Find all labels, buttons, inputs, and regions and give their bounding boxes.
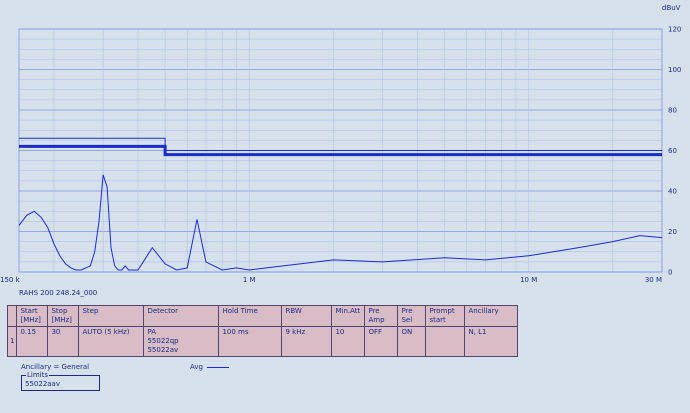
y-tick-label: 100 [668, 66, 681, 74]
col-ancillary: Ancillary [464, 305, 519, 327]
cell-step: AUTO (5 kHz) [78, 326, 145, 357]
col-step: Step [78, 305, 145, 327]
avg-series-line [18, 174, 663, 271]
avg-trace [18, 174, 663, 271]
cell-hold-time: 100 ms [218, 326, 283, 357]
table-header-row: Start [MHz] Stop [MHz] Step Detector Hol… [6, 305, 519, 327]
cell-detector: PA 55022qp 55022av [143, 326, 220, 357]
col-start: Start [MHz] [16, 305, 49, 327]
limit-lines [19, 137, 662, 157]
cell-ancillary: N, L1 [464, 326, 519, 357]
x-tick-label: 1 M [243, 276, 256, 284]
cell-prompt-start [425, 326, 466, 357]
col-min-att: Min.Att [331, 305, 366, 327]
cell-pre-sel: ON [397, 326, 427, 357]
col-stop: Stop [MHz] [47, 305, 80, 327]
col-hold-time: Hold Time [218, 305, 283, 327]
x-tick-label: 10 M [520, 276, 537, 284]
x-tick-label: 150 k [0, 276, 21, 284]
col-pre-amp: Pre Amp [364, 305, 399, 327]
col-rbw: RBW [281, 305, 333, 327]
cell-pre-amp: OFF [364, 326, 399, 357]
cell-stop: 30 [47, 326, 80, 357]
avg-legend-label: Avg [190, 363, 203, 371]
ancillary-label: Ancillary = General [21, 363, 90, 371]
table-row: 1 0.15 30 AUTO (5 kHz) PA 55022qp 55022a… [6, 326, 519, 357]
cell-rbw: 9 kHz [281, 326, 333, 357]
emi-spectrum-chart: 120 100 80 60 40 20 0 150 k 1 M 10 M 30 M dBuV [0, 4, 681, 284]
y-axis-unit: dBuV [662, 4, 681, 12]
y-tick-label: 40 [668, 188, 677, 196]
limits-legend-title: Limits [26, 371, 49, 379]
row-index: 1 [6, 326, 18, 357]
scan-settings-table: Start [MHz] Stop [MHz] Step Detector Hol… [6, 305, 519, 357]
col-detector: Detector [143, 305, 220, 327]
row-index-header [6, 305, 18, 327]
y-tick-label: 20 [668, 228, 677, 236]
trace-id-label: RAHS 200 248.24_000 [19, 289, 98, 297]
x-axis-ticks: 150 k 1 M 10 M 30 M [0, 276, 662, 284]
y-tick-label: 60 [668, 147, 677, 155]
cell-min-att: 10 [331, 326, 366, 357]
avg-legend-swatch [206, 366, 229, 368]
cell-start: 0.15 [16, 326, 49, 357]
limits-legend-box: Limits 55022aav [21, 371, 100, 391]
avg-legend: Avg [190, 363, 229, 371]
limit-name: 55022aav [25, 380, 60, 388]
col-pre-sel: Pre Sel [397, 305, 427, 327]
y-tick-label: 120 [668, 26, 681, 34]
col-prompt-start: Prompt start [425, 305, 466, 327]
y-axis-ticks: 120 100 80 60 40 20 0 [668, 26, 681, 277]
y-tick-label: 0 [668, 269, 672, 277]
y-tick-label: 80 [668, 107, 677, 115]
x-tick-label: 30 M [645, 276, 662, 284]
